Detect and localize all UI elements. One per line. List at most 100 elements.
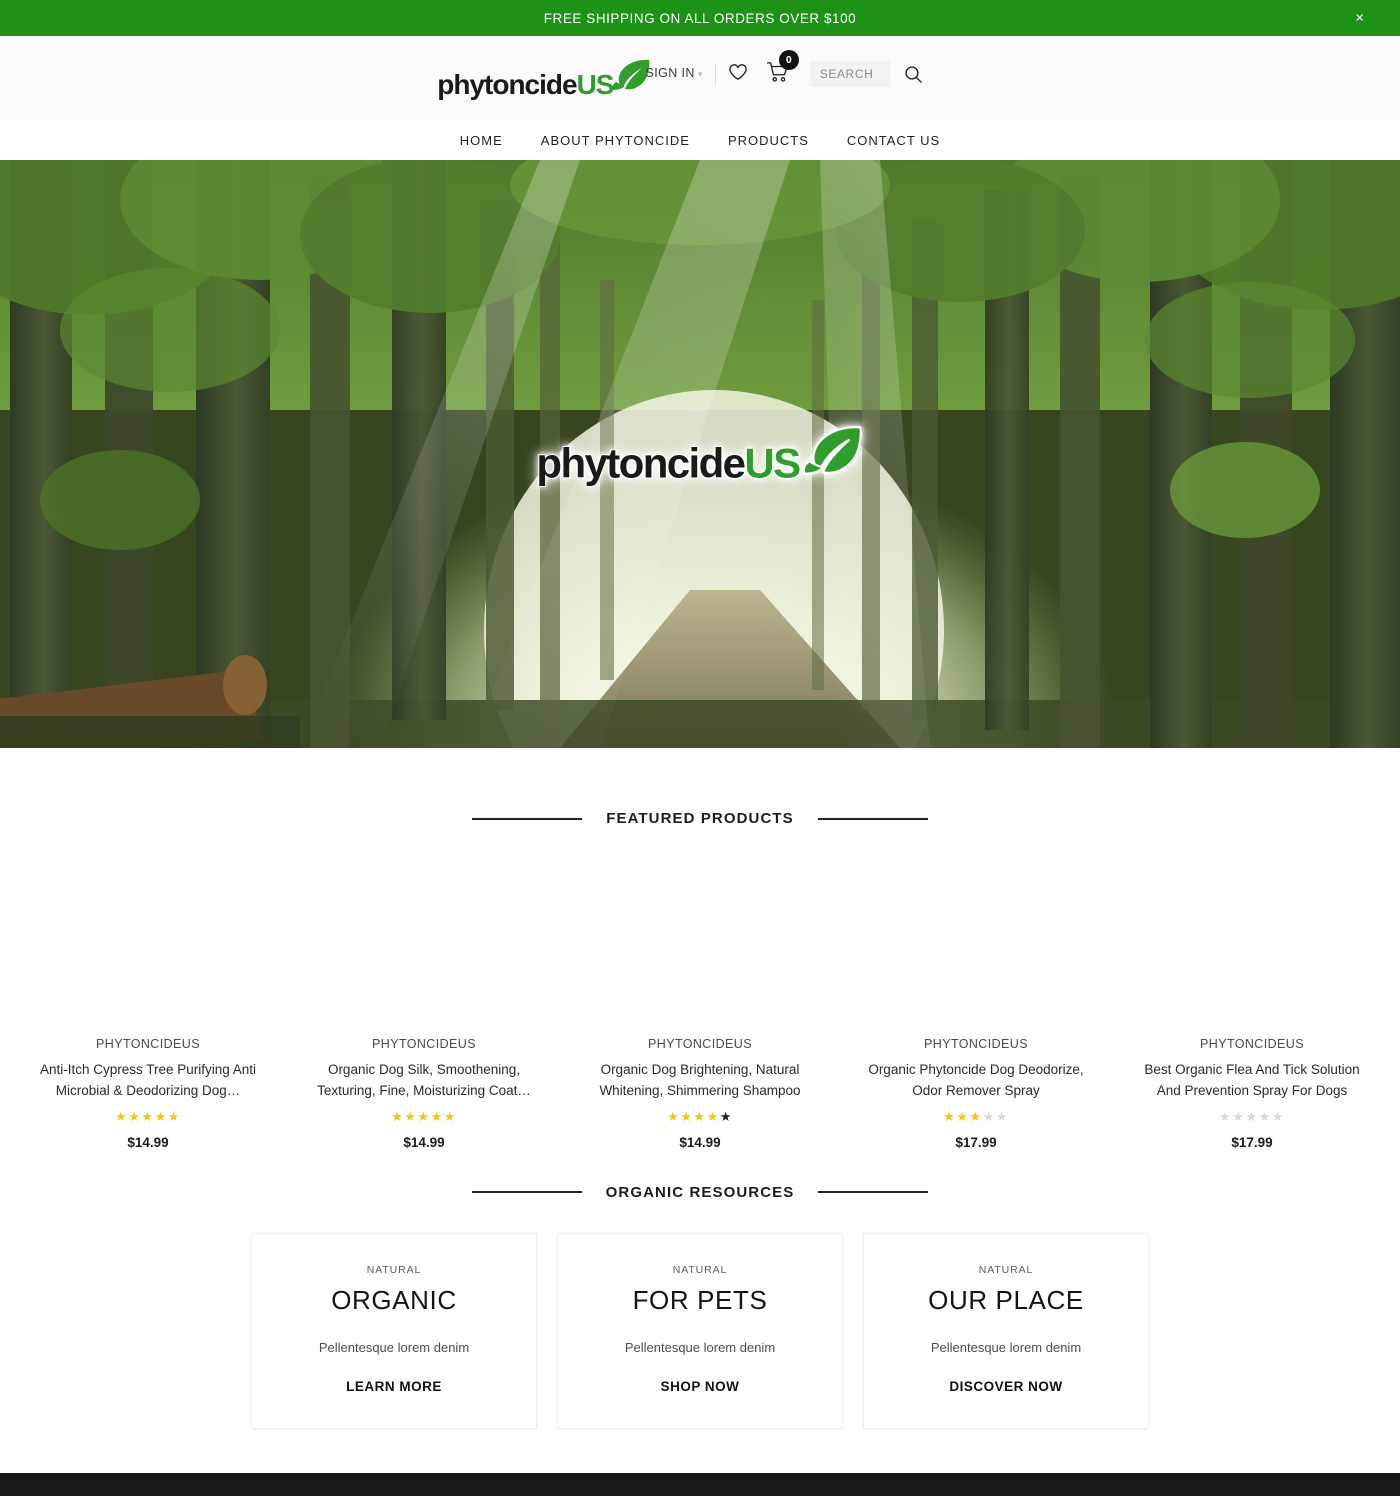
star-icon-empty: ★ (1271, 1108, 1285, 1124)
sign-in-link[interactable]: SIGN IN ▾ (645, 66, 702, 80)
close-icon[interactable]: × (1355, 11, 1364, 26)
hero-leaf-icon (802, 424, 864, 483)
nav-item-products[interactable]: PRODUCTS (728, 133, 809, 148)
product-rating[interactable]: ★★★★★ (24, 1110, 272, 1123)
resource-kicker: NATURAL (366, 1263, 422, 1276)
resource-card-our-place[interactable]: NATURAL OUR PLACE Pellentesque lorem den… (863, 1232, 1149, 1429)
product-vendor: PHYTONCIDEUS (648, 1037, 752, 1051)
product-card[interactable]: PHYTONCIDEUS Organic Phytoncide Dog Deod… (838, 853, 1114, 1150)
sign-in-label: SIGN IN (645, 66, 695, 80)
star-icon-empty: ★ (1245, 1108, 1259, 1124)
brand-logo[interactable]: phytoncideUS (437, 58, 651, 99)
heading-rule-right (817, 817, 928, 820)
product-rating[interactable]: ★★★★★ (1128, 1110, 1376, 1123)
organic-resources-section: ORGANIC RESOURCES NATURAL ORGANIC Pellen… (0, 1150, 1400, 1473)
star-icon-filled: ★ (154, 1108, 168, 1124)
product-price: $14.99 (127, 1134, 169, 1150)
product-vendor: PHYTONCIDEUS (924, 1037, 1028, 1051)
star-icon-filled: ★ (956, 1108, 970, 1124)
learn-more-button[interactable]: LEARN MORE (268, 1379, 520, 1394)
nav-item-home[interactable]: HOME (460, 133, 503, 148)
product-rating[interactable]: ★★★★★ (300, 1110, 548, 1123)
product-title[interactable]: Anti-Itch Cypress Tree Purifying Anti Mi… (24, 1060, 272, 1102)
star-icon-filled: ★ (391, 1108, 405, 1124)
announcement-bar: FREE SHIPPING ON ALL ORDERS OVER $100 × (0, 0, 1400, 36)
star-icon-empty: ★ (1219, 1108, 1233, 1124)
star-icon-filled: ★ (430, 1108, 444, 1124)
star-icon-filled: ★ (128, 1108, 142, 1124)
featured-products-title: FEATURED PRODUCTS (606, 810, 794, 827)
shop-now-button[interactable]: SHOP NOW (574, 1379, 826, 1394)
product-card[interactable]: PHYTONCIDEUS Best Organic Flea And Tick … (1114, 853, 1390, 1150)
product-card[interactable]: PHYTONCIDEUS Organic Dog Silk, Smootheni… (286, 853, 562, 1150)
resource-card-organic[interactable]: NATURAL ORGANIC Pellentesque lorem denim… (251, 1232, 537, 1429)
heart-icon (728, 63, 748, 86)
cart-button[interactable]: 0 (766, 49, 799, 88)
product-vendor: PHYTONCIDEUS (372, 1037, 476, 1051)
product-grid: PHYTONCIDEUS Anti-Itch Cypress Tree Puri… (0, 853, 1400, 1150)
header-divider (714, 63, 716, 85)
star-icon-filled: ★ (667, 1108, 681, 1124)
product-image[interactable] (852, 853, 1100, 1025)
brand-logo-text: phytoncideUS (437, 68, 614, 100)
heading-rule-left (472, 817, 583, 820)
star-icon-empty: ★ (1232, 1108, 1246, 1124)
announcement-text: FREE SHIPPING ON ALL ORDERS OVER $100 (543, 10, 857, 26)
featured-products-heading: FEATURED PRODUCTS (0, 810, 1400, 827)
resource-subtitle: Pellentesque lorem denim (624, 1339, 776, 1355)
star-icon-filled: ★ (417, 1108, 431, 1124)
resource-title: FOR PETS (632, 1284, 768, 1315)
organic-resources-heading: ORGANIC RESOURCES (0, 1184, 1400, 1201)
product-rating[interactable]: ★★★★★ (576, 1110, 824, 1123)
star-icon-filled: ★ (680, 1108, 694, 1124)
resource-subtitle: Pellentesque lorem denim (930, 1339, 1082, 1355)
star-icon-filled: ★ (404, 1108, 418, 1124)
star-icon-filled: ★ (706, 1108, 720, 1124)
resource-card-grid: NATURAL ORGANIC Pellentesque lorem denim… (0, 1232, 1400, 1473)
product-image[interactable] (576, 853, 824, 1025)
hero-logo-text: phytoncideUS (535, 439, 802, 487)
organic-resources-title: ORGANIC RESOURCES (605, 1183, 795, 1201)
hero-logo: phytoncideUS (535, 424, 864, 487)
product-rating[interactable]: ★★★★★ (852, 1110, 1100, 1123)
resource-title: OUR PLACE (928, 1284, 1084, 1315)
wishlist-button[interactable] (728, 63, 748, 86)
search-input[interactable] (809, 61, 890, 87)
product-title[interactable]: Organic Dog Brightening, Natural Whiteni… (576, 1060, 824, 1102)
nav-item-contact-us[interactable]: CONTACT US (847, 133, 940, 148)
product-price: $17.99 (1231, 1134, 1273, 1150)
discover-now-button[interactable]: DISCOVER NOW (880, 1379, 1132, 1394)
resource-card-for-pets[interactable]: NATURAL FOR PETS Pellentesque lorem deni… (557, 1232, 843, 1429)
product-card[interactable]: PHYTONCIDEUS Anti-Itch Cypress Tree Puri… (10, 853, 286, 1150)
resource-kicker: NATURAL (978, 1263, 1034, 1276)
product-price: $17.99 (955, 1134, 997, 1150)
star-icon-empty: ★ (995, 1108, 1009, 1124)
hero-banner[interactable]: phytoncideUS (0, 160, 1400, 748)
product-vendor: PHYTONCIDEUS (1200, 1037, 1304, 1051)
product-title[interactable]: Organic Dog Silk, Smoothening, Texturing… (300, 1060, 548, 1102)
heading-rule-left (471, 1191, 582, 1194)
star-icon-filled: ★ (943, 1108, 957, 1124)
search-icon[interactable] (904, 65, 923, 84)
product-price: $14.99 (679, 1134, 721, 1150)
star-icon-filled: ★ (115, 1108, 129, 1124)
star-icon-dark: ★ (719, 1108, 733, 1124)
star-icon-filled: ★ (141, 1108, 155, 1124)
star-icon-filled: ★ (969, 1108, 983, 1124)
nav-item-about-phytoncide[interactable]: ABOUT PHYTONCIDE (541, 133, 690, 148)
resource-title: ORGANIC (331, 1284, 457, 1315)
heading-rule-right (818, 1191, 929, 1194)
product-image[interactable] (24, 853, 272, 1025)
product-title[interactable]: Organic Phytoncide Dog Deodorize, Odor R… (852, 1060, 1100, 1102)
star-icon-empty: ★ (982, 1108, 996, 1124)
star-icon-filled: ★ (167, 1108, 181, 1124)
site-footer: SITEMAP HOME ABOUT PHYTONCIDE PRODUCTS C… (0, 1472, 1400, 1496)
product-vendor: PHYTONCIDEUS (96, 1037, 200, 1051)
resource-kicker: NATURAL (672, 1263, 728, 1276)
product-title[interactable]: Best Organic Flea And Tick Solution And … (1128, 1060, 1376, 1102)
main-navigation: HOME ABOUT PHYTONCIDE PRODUCTS CONTACT U… (0, 120, 1400, 160)
chevron-down-icon: ▾ (697, 69, 703, 79)
product-card[interactable]: PHYTONCIDEUS Organic Dog Brightening, Na… (562, 853, 838, 1150)
product-image[interactable] (1128, 853, 1376, 1025)
product-image[interactable] (300, 853, 548, 1025)
